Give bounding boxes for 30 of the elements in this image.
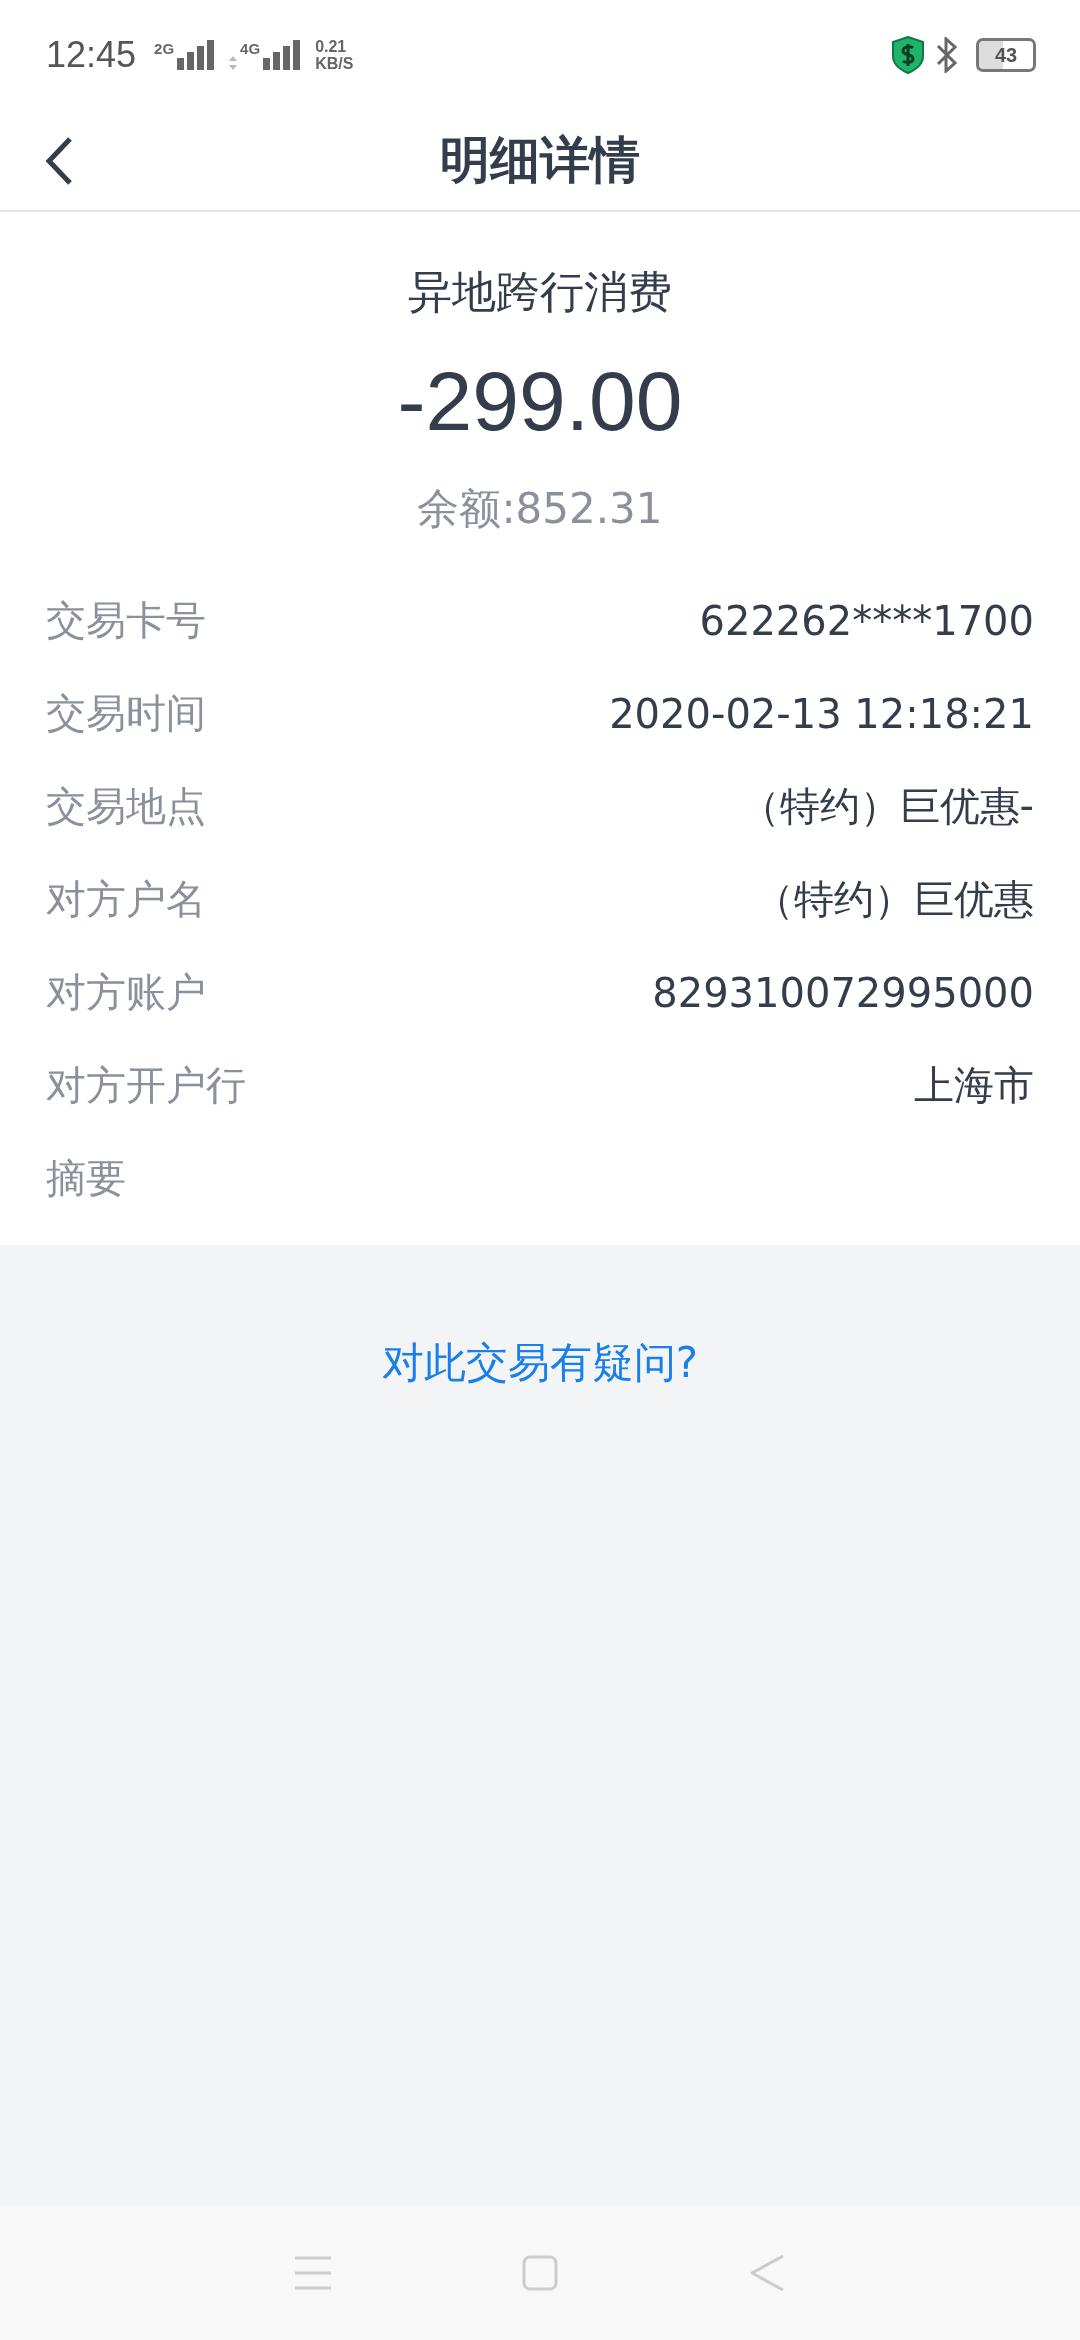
detail-label: 交易地点	[46, 782, 206, 831]
data-arrows-icon	[229, 56, 238, 70]
detail-value: 622262****1700	[699, 597, 1034, 644]
menu-icon[interactable]	[295, 2255, 332, 2290]
network-type: 4G	[240, 40, 261, 57]
balance-text: 余额:852.31	[417, 483, 663, 535]
status-time: 12:45	[46, 34, 137, 76]
network-speed: 0.21	[315, 38, 348, 55]
battery-icon: 43	[976, 38, 1036, 72]
detail-value: 上海市	[914, 1061, 1034, 1110]
bluetooth-icon	[936, 37, 958, 73]
detail-value: （特约）巨优惠	[754, 875, 1034, 924]
home-icon[interactable]	[522, 2254, 558, 2291]
dispute-link[interactable]: 对此交易有疑问?	[381, 1335, 699, 1391]
network-type: 2G	[154, 40, 175, 57]
transaction-amount: -299.00	[397, 353, 683, 450]
detail-label: 交易卡号	[46, 596, 206, 645]
detail-label: 交易时间	[46, 689, 206, 738]
detail-label: 摘要	[46, 1154, 126, 1203]
detail-label: 对方账户	[46, 968, 206, 1017]
speed-unit: KB/S	[315, 55, 354, 72]
page-title: 明细详情	[440, 129, 640, 191]
back-icon[interactable]	[748, 2252, 785, 2293]
transaction-type: 异地跨行消费	[408, 265, 672, 319]
detail-value: 829310072995000	[652, 969, 1034, 1016]
detail-label: 对方户名	[46, 875, 206, 924]
detail-label: 对方开户行	[46, 1061, 246, 1110]
shield-dollar-icon	[892, 36, 924, 74]
detail-value: 2020-02-13 12:18:21	[609, 690, 1034, 737]
detail-value: （特约）巨优惠-	[739, 782, 1034, 831]
